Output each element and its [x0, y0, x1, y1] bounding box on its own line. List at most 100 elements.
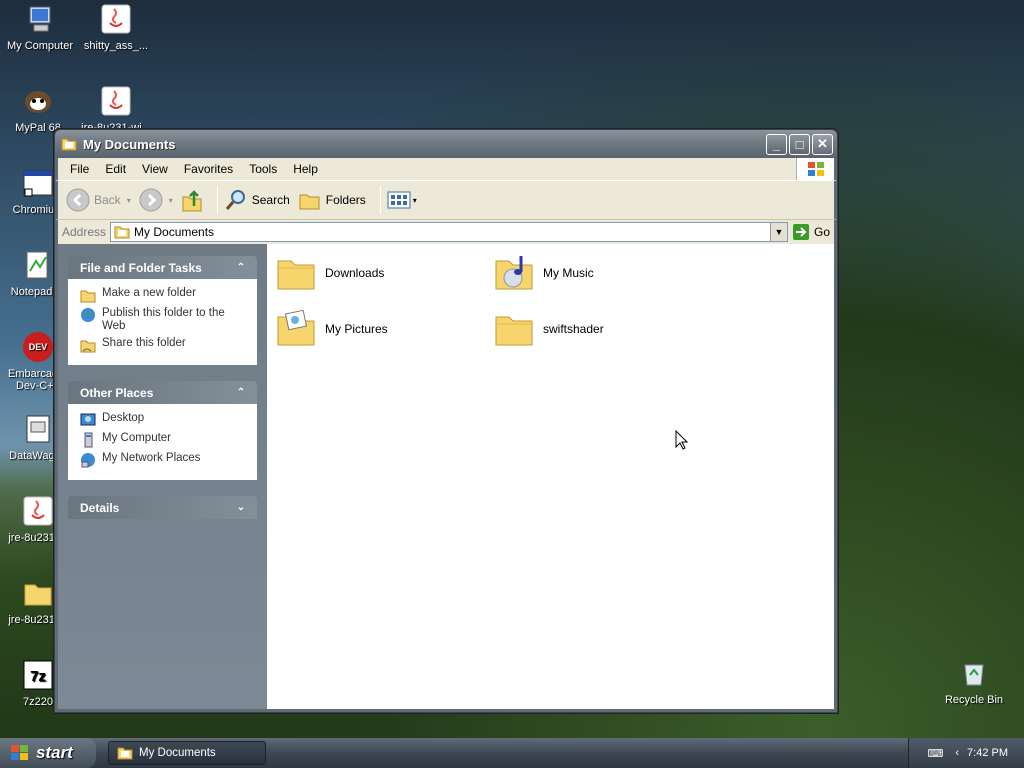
place-network[interactable]: My Network Places — [80, 452, 249, 468]
folder-item[interactable]: Downloads — [275, 252, 475, 294]
network-places-icon — [81, 453, 95, 468]
file-folder-tasks-panel: File and Folder Tasks ⌃ Make a new folde… — [68, 256, 257, 365]
maximize-button[interactable]: □ — [789, 133, 810, 155]
close-icon: ✕ — [817, 136, 828, 151]
svg-text:7z: 7z — [30, 668, 46, 685]
my-documents-icon — [114, 226, 130, 239]
close-button[interactable]: ✕ — [812, 133, 833, 155]
folder-name: My Pictures — [325, 322, 388, 336]
other-places-panel: Other Places ⌃ Desktop My Computer My Ne… — [68, 381, 257, 480]
my-music-folder-icon — [495, 256, 533, 290]
menu-bar: File Edit View Favorites Tools Help — [55, 158, 837, 180]
menu-view[interactable]: View — [134, 162, 176, 176]
explorer-content: File and Folder Tasks ⌃ Make a new folde… — [58, 244, 834, 709]
java-icon — [99, 2, 133, 36]
go-button[interactable]: Go — [792, 223, 830, 241]
desktop-icon-my-computer[interactable]: My Computer — [0, 2, 80, 52]
folders-label: Folders — [325, 193, 366, 207]
mouse-cursor-icon — [675, 430, 689, 450]
recycle-bin-icon — [957, 656, 991, 690]
folder-item[interactable]: My Pictures — [275, 308, 475, 350]
window-titlebar[interactable]: My Documents _ □ ✕ — [55, 130, 837, 158]
address-bar: Address My Documents ▼ Go — [55, 220, 837, 244]
share-folder-icon — [80, 340, 96, 353]
expand-icon[interactable]: ⌄ — [233, 500, 249, 516]
menu-tools[interactable]: Tools — [241, 162, 285, 176]
panel-header[interactable]: Details ⌄ — [68, 496, 257, 519]
panel-body: Desktop My Computer My Network Places — [68, 404, 257, 480]
task-publish-web[interactable]: Publish this folder to the Web — [80, 307, 249, 333]
task-make-new-folder[interactable]: Make a new folder — [80, 287, 249, 303]
menu-file[interactable]: File — [62, 162, 97, 176]
task-label: Publish this folder to the Web — [102, 307, 225, 332]
clock[interactable]: 7:42 PM — [967, 747, 1008, 759]
start-label: start — [36, 743, 73, 762]
7zip-icon: 7z — [21, 658, 55, 692]
windows-logo-icon — [11, 745, 28, 760]
folders-icon — [299, 194, 320, 210]
collapse-icon[interactable]: ⌃ — [233, 260, 249, 276]
start-button[interactable]: start — [0, 738, 96, 768]
desktop-icon-label: shitty_ass_... — [83, 40, 149, 52]
menu-favorites[interactable]: Favorites — [176, 162, 241, 176]
details-panel: Details ⌄ — [68, 496, 257, 519]
task-share-folder[interactable]: Share this folder — [80, 337, 249, 353]
minimize-button[interactable]: _ — [766, 133, 787, 155]
menu-edit[interactable]: Edit — [97, 162, 134, 176]
forward-dropdown-icon[interactable]: ▾ — [169, 196, 173, 205]
toolbar: Back ▾ ▾ Search Folders ▾ — [55, 180, 837, 220]
desktop-icon-label: My Computer — [6, 40, 74, 52]
notepad-plus-icon — [21, 248, 55, 282]
java-icon — [21, 494, 55, 528]
panel-header[interactable]: File and Folder Tasks ⌃ — [68, 256, 257, 279]
views-button[interactable]: ▾ — [387, 190, 417, 210]
address-input[interactable]: My Documents ▼ — [110, 222, 788, 242]
back-button[interactable]: Back ▾ — [66, 188, 131, 212]
folder-icon — [495, 316, 533, 346]
address-value: My Documents — [134, 225, 215, 239]
go-arrow-icon — [792, 224, 809, 240]
folder-item[interactable]: My Music — [493, 252, 693, 294]
panel-body: Make a new folder Publish this folder to… — [68, 279, 257, 365]
panel-title: Details — [80, 500, 120, 515]
desktop-icon-mypal[interactable]: MyPal 68 — [0, 84, 78, 134]
datawagon-icon — [21, 412, 55, 446]
desktop-icon-shitty-ass[interactable]: shitty_ass_... — [76, 2, 156, 52]
taskbar-window-button[interactable]: My Documents — [108, 741, 266, 765]
mypal-icon — [21, 84, 55, 118]
forward-arrow-icon — [139, 188, 163, 212]
toolbar-separator — [379, 186, 381, 214]
forward-button[interactable]: ▾ — [139, 188, 173, 212]
folder-icon — [61, 138, 77, 151]
windows-logo-icon — [796, 158, 834, 180]
search-button[interactable]: Search — [224, 188, 290, 212]
place-my-computer[interactable]: My Computer — [80, 432, 249, 448]
menu-help[interactable]: Help — [285, 162, 326, 176]
file-view: Downloads My Music My Pictures swiftshad… — [267, 244, 834, 709]
task-label: Make a new folder — [102, 287, 196, 299]
chevron-down-icon: ▼ — [774, 227, 784, 237]
up-folder-icon — [182, 190, 202, 212]
address-dropdown-button[interactable]: ▼ — [769, 223, 787, 241]
folder-icon — [21, 576, 55, 610]
place-label: Desktop — [102, 412, 145, 424]
globe-icon — [81, 308, 95, 322]
my-documents-icon — [117, 747, 133, 760]
desktop-icon-label: Recycle Bin — [944, 694, 1004, 706]
folder-name: My Music — [543, 266, 594, 280]
desktop-icon-jre-1[interactable]: jre-8u231-wi... — [76, 84, 156, 134]
place-desktop[interactable]: Desktop — [80, 412, 249, 428]
search-icon — [225, 190, 245, 210]
folder-item[interactable]: swiftshader — [493, 308, 693, 350]
desktop-icon-recycle-bin[interactable]: Recycle Bin — [934, 656, 1014, 706]
up-folder-button[interactable] — [181, 188, 203, 212]
java-icon — [99, 84, 133, 118]
folders-button[interactable]: Folders — [298, 189, 366, 211]
collapse-icon[interactable]: ⌃ — [233, 385, 249, 401]
keyboard-icon[interactable]: ⌨ — [927, 747, 943, 760]
tray-expand-icon[interactable]: ‹ — [955, 747, 959, 759]
panel-header[interactable]: Other Places ⌃ — [68, 381, 257, 404]
new-folder-icon — [80, 290, 96, 303]
back-dropdown-icon[interactable]: ▾ — [127, 196, 131, 205]
maximize-icon: □ — [795, 136, 804, 152]
